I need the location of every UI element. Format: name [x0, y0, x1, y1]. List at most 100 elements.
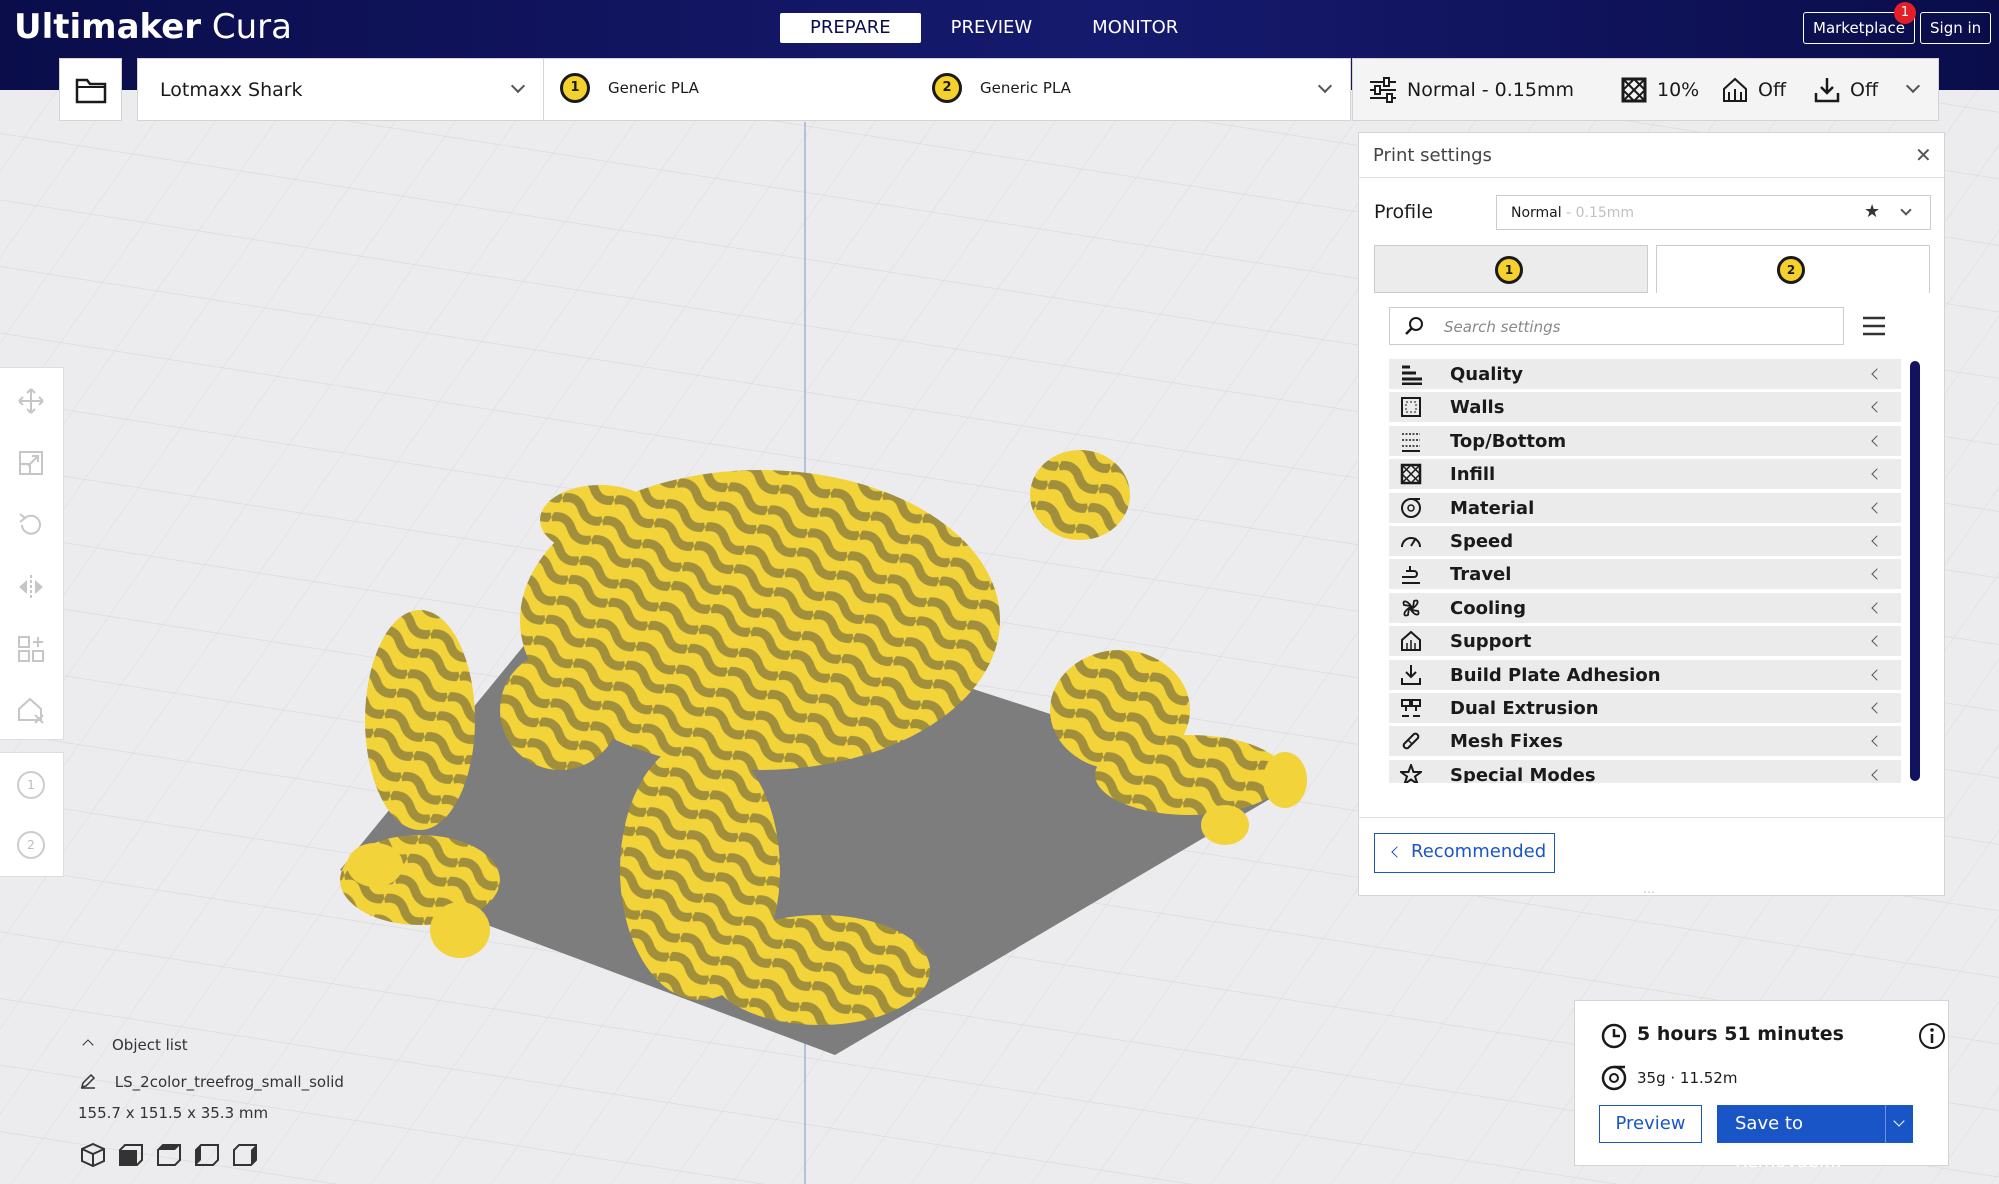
resize-handle-icon[interactable]: ⋯	[1643, 885, 1656, 899]
mirror-icon[interactable]	[16, 572, 46, 602]
divider	[1359, 817, 1944, 818]
settings-scrollbar[interactable]	[1910, 361, 1920, 781]
extruder-1-material[interactable]: 1 Generic PLA	[560, 73, 699, 103]
chevron-down-icon	[1893, 1115, 1905, 1127]
save-to-removable-button[interactable]: Save to Removabl...	[1717, 1105, 1913, 1172]
printer-name: Lotmaxx Shark	[160, 79, 303, 101]
per-model-settings-icon[interactable]	[16, 634, 46, 664]
extruder-1-button[interactable]: 1	[17, 771, 45, 799]
profile-value: Normal - 0.15mm	[1511, 205, 1634, 221]
support-icon	[1723, 77, 1747, 102]
material-estimate: 35g · 11.52m	[1637, 1069, 1738, 1087]
chevron-left-icon	[1391, 846, 1403, 858]
view-left-icon[interactable]	[194, 1142, 220, 1168]
open-file-button[interactable]	[59, 58, 122, 121]
star-icon[interactable]: ★	[1864, 201, 1880, 222]
search-icon	[1405, 317, 1423, 335]
settings-category-travel[interactable]: Travel	[1389, 559, 1901, 590]
category-label: Quality	[1450, 364, 1523, 385]
tab-preview[interactable]: PREVIEW	[921, 13, 1063, 43]
rotate-icon[interactable]	[16, 510, 46, 540]
infill-icon	[1621, 77, 1647, 103]
extruder-1-icon: 1	[1495, 256, 1523, 284]
category-label: Support	[1450, 631, 1532, 653]
dual-extrusion-icon	[1401, 698, 1421, 717]
settings-category-mesh-fixes[interactable]: Mesh Fixes	[1389, 726, 1901, 757]
settings-category-infill[interactable]: Infill	[1389, 459, 1901, 490]
material-icon	[1401, 497, 1421, 518]
profile-name: Normal	[1511, 205, 1562, 221]
settings-category-material[interactable]: Material	[1389, 492, 1901, 523]
view-right-icon[interactable]	[232, 1142, 258, 1168]
preview-button[interactable]: Preview	[1599, 1105, 1702, 1143]
mesh-fixes-icon	[1402, 733, 1420, 750]
category-label: Travel	[1450, 564, 1512, 586]
object-list-header: Object list	[112, 1036, 188, 1054]
category-label: Material	[1450, 497, 1535, 519]
tab-extruder-2[interactable]: 2	[1656, 245, 1930, 293]
settings-category-speed[interactable]: Speed	[1389, 525, 1901, 556]
settings-category-quality[interactable]: Quality	[1389, 359, 1901, 389]
close-icon[interactable]: ✕	[1915, 143, 1932, 167]
category-label: Build Plate Adhesion	[1450, 664, 1661, 686]
print-settings-selector[interactable]: Normal - 0.15mm 10% Off Off	[1352, 58, 1939, 121]
support-blocker-icon[interactable]	[16, 696, 46, 726]
tab-prepare[interactable]: PREPARE	[780, 13, 921, 43]
chevron-left-icon	[1871, 769, 1883, 781]
marketplace-badge: 1	[1894, 2, 1916, 24]
menu-icon[interactable]	[1861, 314, 1887, 338]
info-icon[interactable]	[1918, 1022, 1946, 1050]
travel-icon	[1402, 566, 1420, 585]
chevron-left-icon	[1871, 735, 1883, 747]
settings-category-walls[interactable]: Walls	[1389, 392, 1901, 423]
recommended-button[interactable]: Recommended	[1374, 833, 1555, 873]
chevron-left-icon	[1871, 535, 1883, 547]
settings-category-top-bottom[interactable]: Top/Bottom	[1389, 425, 1901, 456]
category-label: Special Modes	[1450, 764, 1596, 783]
clock-icon	[1601, 1023, 1627, 1049]
settings-category-list: Quality Walls Top/Bottom Infill Material Spee…	[1389, 359, 1901, 783]
settings-category-special-modes[interactable]: Special Modes	[1389, 759, 1901, 783]
tool-panel	[0, 367, 64, 740]
search-placeholder: Search settings	[1444, 318, 1561, 336]
speed-icon	[1401, 536, 1421, 548]
sign-in-button[interactable]: Sign in	[1920, 12, 1992, 44]
profile-dropdown[interactable]: Normal - 0.15mm ★	[1496, 195, 1931, 230]
move-icon[interactable]	[16, 386, 46, 416]
divider	[1359, 177, 1944, 178]
extruder-2-button[interactable]: 2	[17, 831, 45, 859]
printer-material-selector[interactable]: Lotmaxx Shark 1 Generic PLA 2 Generic PL…	[137, 58, 1351, 121]
recommended-label: Recommended	[1411, 841, 1547, 862]
settings-category-cooling[interactable]: Cooling	[1389, 592, 1901, 623]
settings-category-dual-extrusion[interactable]: Dual Extrusion	[1389, 692, 1901, 723]
stage-tabs: PREPARE PREVIEW MONITOR	[780, 13, 1208, 43]
search-settings-input[interactable]: Search settings	[1389, 307, 1844, 345]
cooling-icon	[1402, 599, 1420, 617]
object-name: LS_2color_treefrog_small_solid	[114, 1073, 344, 1091]
settings-category-build-plate-adhesion[interactable]: Build Plate Adhesion	[1389, 659, 1901, 690]
extruder-1-material-label: Generic PLA	[608, 79, 699, 97]
tab-monitor[interactable]: MONITOR	[1062, 13, 1208, 43]
tab-extruder-1[interactable]: 1	[1374, 245, 1648, 293]
scale-icon[interactable]	[16, 448, 46, 478]
chevron-left-icon	[1871, 501, 1883, 514]
view-3d-icon[interactable]	[80, 1142, 106, 1168]
extruder-2-material[interactable]: 2 Generic PLA	[932, 73, 1071, 103]
profile-summary-label: Normal - 0.15mm	[1407, 79, 1575, 101]
view-front-icon[interactable]	[118, 1142, 144, 1168]
view-top-icon[interactable]	[156, 1142, 182, 1168]
chevron-down-icon	[510, 78, 526, 94]
category-label: Cooling	[1450, 597, 1526, 619]
save-options-dropdown[interactable]	[1885, 1105, 1913, 1143]
chevron-down-icon	[1900, 204, 1912, 216]
chevron-left-icon	[1871, 401, 1883, 414]
extruder-2-icon: 2	[932, 73, 962, 103]
adhesion-icon	[1401, 664, 1421, 685]
walls-icon	[1401, 397, 1421, 418]
adhesion-icon	[1814, 78, 1840, 103]
print-settings-panel: Print settings ✕ Profile Normal - 0.15mm…	[1358, 132, 1945, 899]
object-list-item[interactable]: LS_2color_treefrog_small_solid	[80, 1073, 344, 1091]
object-list-toggle[interactable]: Object list	[80, 1036, 188, 1054]
settings-category-support[interactable]: Support	[1389, 626, 1901, 657]
folder-icon	[75, 78, 107, 104]
